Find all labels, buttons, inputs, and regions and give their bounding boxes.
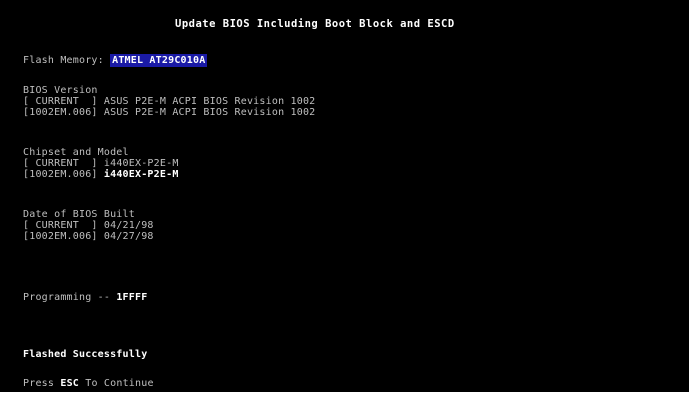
programming-row: Programming -- 1FFFF (23, 293, 147, 303)
chipset-model-row-current: [ CURRENT ] i440EX-P2E-M (23, 159, 179, 169)
prompt-prefix: Press (23, 378, 55, 389)
flash-memory-value: ATMEL AT29C010A (110, 54, 208, 67)
bios-version-value-current: ASUS P2E-M ACPI BIOS Revision 1002 (103, 96, 316, 107)
date-built-key-file: [1002EM.006] (23, 231, 98, 242)
date-built-row-current: [ CURRENT ] 04/21/98 (23, 221, 154, 231)
esc-key-label[interactable]: ESC (60, 378, 79, 389)
chipset-model-row-file: [1002EM.006] i440EX-P2E-M (23, 170, 179, 180)
bios-flash-screen: Update BIOS Including Boot Block and ESC… (0, 0, 689, 392)
date-built-value-file: 04/27/98 (103, 231, 154, 242)
chipset-model-value-file: i440EX-P2E-M (103, 169, 179, 180)
bios-version-key-current: [ CURRENT ] (23, 96, 98, 107)
flash-memory-label: Flash Memory: (23, 55, 104, 66)
programming-label: Programming -- (23, 292, 111, 303)
date-built-heading: Date of BIOS Built (23, 209, 135, 220)
bios-version-row-current: [ CURRENT ] ASUS P2E-M ACPI BIOS Revisio… (23, 97, 315, 107)
bios-version-heading: BIOS Version (23, 85, 98, 96)
chipset-model-heading: Chipset and Model (23, 147, 129, 158)
page: Update BIOS Including Boot Block and ESC… (0, 0, 695, 394)
continue-prompt: Press ESC To Continue (23, 379, 154, 389)
flash-status: Flashed Successfully (23, 349, 148, 360)
bios-version-key-file: [1002EM.006] (23, 107, 98, 118)
date-built-value-current: 04/21/98 (103, 220, 154, 231)
screen-title: Update BIOS Including Boot Block and ESC… (175, 18, 455, 30)
chipset-model-key-file: [1002EM.006] (23, 169, 98, 180)
chipset-model-value-current: i440EX-P2E-M (103, 158, 179, 169)
date-built-row-file: [1002EM.006] 04/27/98 (23, 232, 154, 242)
chipset-model-key-current: [ CURRENT ] (23, 158, 98, 169)
flash-memory-row: Flash Memory: ATMEL AT29C010A (23, 54, 208, 67)
date-built-key-current: [ CURRENT ] (23, 220, 98, 231)
bios-version-row-file: [1002EM.006] ASUS P2E-M ACPI BIOS Revisi… (23, 108, 315, 118)
prompt-suffix: To Continue (85, 378, 154, 389)
bios-version-value-file: ASUS P2E-M ACPI BIOS Revision 1002 (103, 107, 316, 118)
programming-value: 1FFFF (116, 292, 148, 303)
